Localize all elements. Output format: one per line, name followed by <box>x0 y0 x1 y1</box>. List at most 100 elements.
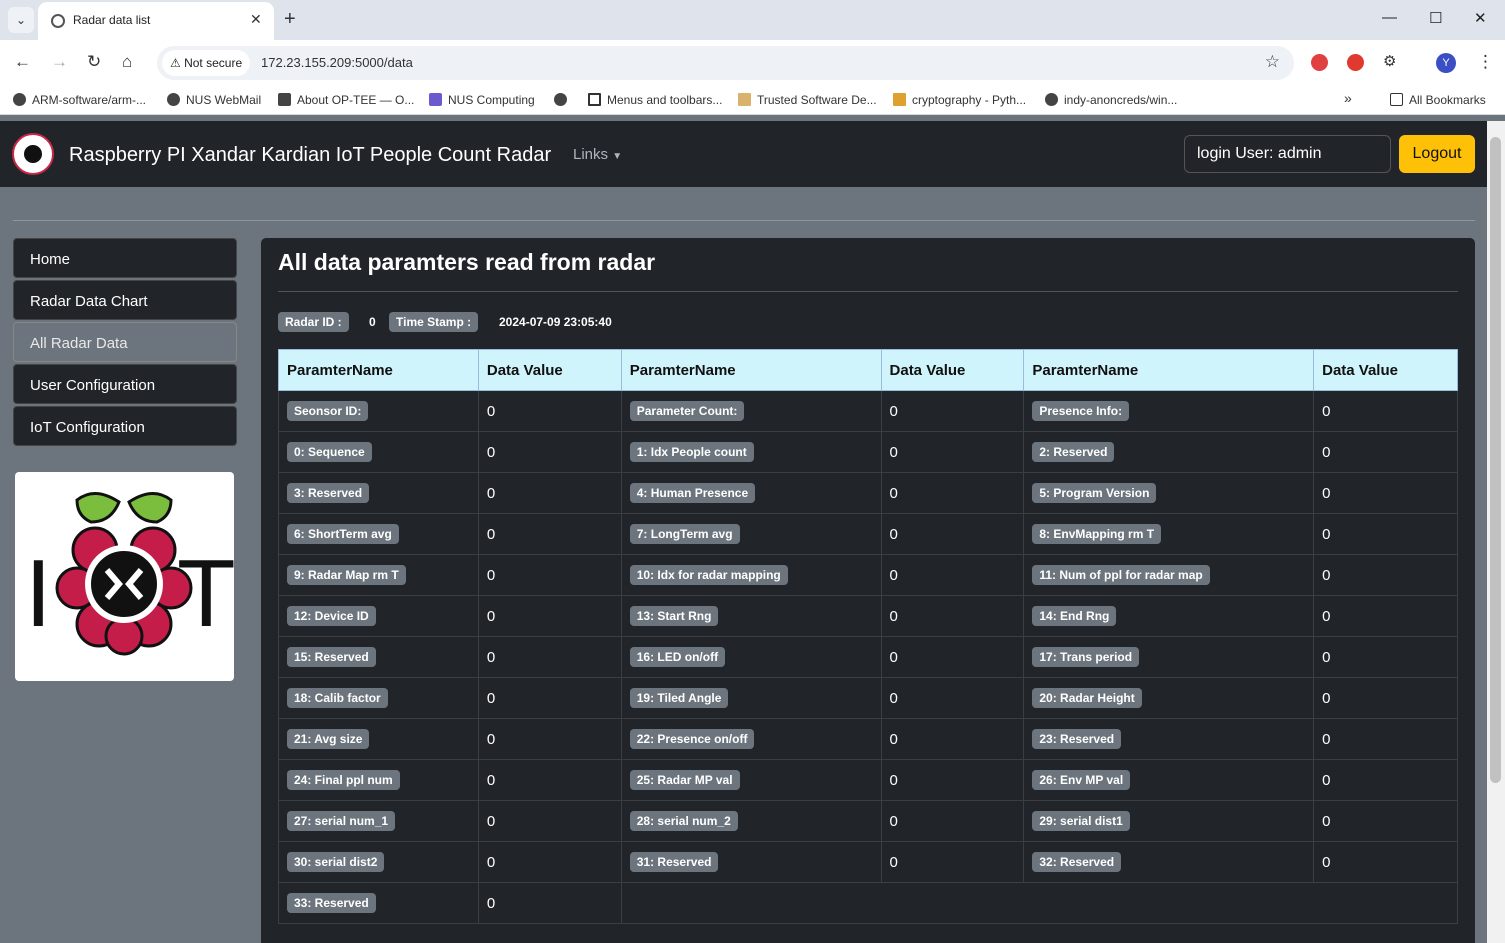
param-name-badge: Presence Info: <box>1032 401 1130 421</box>
url-text[interactable]: 172.23.155.209:5000/data <box>261 55 413 70</box>
param-name-cell: 0: Sequence <box>278 431 479 473</box>
forward-icon[interactable]: → <box>51 52 68 72</box>
close-window-icon[interactable]: ✕ <box>1474 9 1487 27</box>
param-name-badge: 4: Human Presence <box>629 483 756 503</box>
table-row: 3: Reserved 0 4: Human Presence 0 5: Program… <box>278 472 1458 514</box>
raspberry-logo-icon[interactable] <box>12 133 54 175</box>
column-header: Data Value <box>1313 349 1458 391</box>
sidebar-item-home[interactable]: Home <box>13 238 237 278</box>
minimize-icon[interactable]: — <box>1382 9 1397 26</box>
bookmark-item[interactable]: NUS Computing <box>429 93 535 107</box>
param-name-cell: 13: Start Rng <box>620 595 882 637</box>
iot-raspberry-logo: I T <box>15 472 236 681</box>
security-indicator[interactable]: ⚠ Not secure <box>162 50 251 76</box>
globe-icon <box>51 14 65 28</box>
divider <box>13 220 1475 221</box>
bookmark-star-icon[interactable]: ☆ <box>1265 52 1280 72</box>
param-value-cell: 0 <box>1313 759 1458 801</box>
globe-icon <box>167 93 180 106</box>
home-icon[interactable]: ⌂ <box>122 52 132 72</box>
browser-tab[interactable]: Radar data list ✕ <box>38 2 274 40</box>
sidebar-item-iot-configuration[interactable]: IoT Configuration <box>13 406 237 446</box>
bookmark-item[interactable] <box>554 93 573 107</box>
title-divider <box>278 291 1458 292</box>
param-name-badge: 28: serial num_2 <box>629 811 738 831</box>
grid-icon <box>738 93 751 106</box>
folder-icon <box>1390 93 1403 106</box>
param-name-badge: 19: Tiled Angle <box>629 688 729 708</box>
table-row: 9: Radar Map rm T 0 10: Idx for radar mapp… <box>278 554 1458 596</box>
param-name-cell: 32: Reserved <box>1023 841 1315 883</box>
param-name-badge: 8: EnvMapping rm T <box>1032 524 1162 544</box>
param-name-badge: 16: LED on/off <box>629 647 726 667</box>
param-name-badge: 7: LongTerm avg <box>629 524 740 544</box>
param-name-badge: 20: Radar Height <box>1032 688 1142 708</box>
radar-id-value: 0 <box>369 315 376 329</box>
bookmark-item[interactable]: indy-anoncreds/win... <box>1045 93 1177 107</box>
address-bar[interactable]: ⚠ Not secure 172.23.155.209:5000/data ☆ <box>157 46 1294 80</box>
extension-icon-2[interactable] <box>1347 54 1364 71</box>
menu-kebab-icon[interactable]: ⋮ <box>1477 52 1494 72</box>
profile-avatar[interactable]: Y <box>1436 53 1456 73</box>
close-tab-icon[interactable]: ✕ <box>250 11 262 28</box>
param-name-badge: 25: Radar MP val <box>629 770 740 790</box>
links-dropdown[interactable]: Links ▼ <box>573 146 622 163</box>
bookmark-item[interactable]: Trusted Software De... <box>738 93 877 107</box>
extension-icon-1[interactable] <box>1311 54 1328 71</box>
param-name-cell: 27: serial num_1 <box>278 800 479 842</box>
logout-button[interactable]: Logout <box>1399 135 1475 173</box>
param-name-cell: 5: Program Version <box>1023 472 1315 514</box>
column-header: Data Value <box>880 349 1025 391</box>
new-tab-icon[interactable]: + <box>284 8 296 31</box>
sidebar-item-user-configuration[interactable]: User Configuration <box>13 364 237 404</box>
table-row: 0: Sequence 0 1: Idx People count 0 2: Reser… <box>278 431 1458 473</box>
maximize-icon[interactable]: ☐ <box>1429 9 1442 27</box>
param-name-cell: 17: Trans period <box>1023 636 1315 678</box>
param-value-cell: 0 <box>477 472 622 514</box>
param-name-badge: 29: serial dist1 <box>1032 811 1130 831</box>
page-scrollbar[interactable] <box>1487 121 1505 943</box>
scrollbar-thumb[interactable] <box>1490 137 1501 783</box>
brand-title[interactable]: Raspberry PI Xandar Kardian IoT People C… <box>69 144 551 167</box>
column-header: ParamterName <box>1023 349 1315 391</box>
param-name-cell: 23: Reserved <box>1023 718 1315 760</box>
bookmark-item[interactable]: NUS WebMail <box>167 93 261 107</box>
sidebar-item-all-radar-data[interactable]: All Radar Data <box>13 322 237 362</box>
extensions-puzzle-icon[interactable]: ⚙ <box>1383 52 1396 70</box>
bookmark-item[interactable]: Menus and toolbars... <box>588 93 722 107</box>
more-bookmarks-chevron-icon[interactable]: » <box>1344 90 1352 106</box>
param-name-badge: 1: Idx People count <box>629 442 754 462</box>
timestamp-badge: Time Stamp : <box>389 312 479 332</box>
param-name-cell: Presence Info: <box>1023 390 1315 432</box>
param-name-cell: 20: Radar Height <box>1023 677 1315 719</box>
param-value-cell: 0 <box>880 513 1025 555</box>
bookmark-item[interactable]: cryptography - Pyth... <box>893 93 1026 107</box>
param-value-cell: 0 <box>477 595 622 637</box>
page-title: All data paramters read from radar <box>278 249 656 275</box>
column-header: ParamterName <box>620 349 882 391</box>
param-name-cell: 29: serial dist1 <box>1023 800 1315 842</box>
param-name-cell: 10: Idx for radar mapping <box>620 554 882 596</box>
param-value-cell: 0 <box>477 677 622 719</box>
param-name-badge: Seonsor ID: <box>287 401 369 421</box>
all-bookmarks-folder[interactable]: All Bookmarks <box>1390 93 1486 107</box>
logo-letter-i: I <box>25 540 52 647</box>
bookmark-item[interactable]: ARM-software/arm-... <box>13 93 146 107</box>
param-name-cell: 1: Idx People count <box>620 431 882 473</box>
caret-down-icon: ▼ <box>612 151 623 162</box>
param-value-cell: 0 <box>880 431 1025 473</box>
iot-logo-graphic: I T <box>25 492 236 656</box>
param-name-cell: 7: LongTerm avg <box>620 513 882 555</box>
param-value-cell: 0 <box>1313 472 1458 514</box>
param-name-badge: 26: Env MP val <box>1032 770 1131 790</box>
sidebar-item-radar-data-chart[interactable]: Radar Data Chart <box>13 280 237 320</box>
back-icon[interactable]: ← <box>14 52 31 72</box>
param-value-cell: 0 <box>1313 595 1458 637</box>
square-icon <box>588 93 601 106</box>
param-value-cell: 0 <box>477 882 622 924</box>
bookmark-item[interactable]: About OP-TEE — O... <box>278 93 414 107</box>
tab-search-chevron-icon[interactable]: ⌄ <box>8 7 34 33</box>
param-name-cell: 15: Reserved <box>278 636 479 678</box>
login-user-field[interactable]: login User: admin <box>1184 135 1391 173</box>
reload-icon[interactable]: ↻ <box>87 52 101 72</box>
